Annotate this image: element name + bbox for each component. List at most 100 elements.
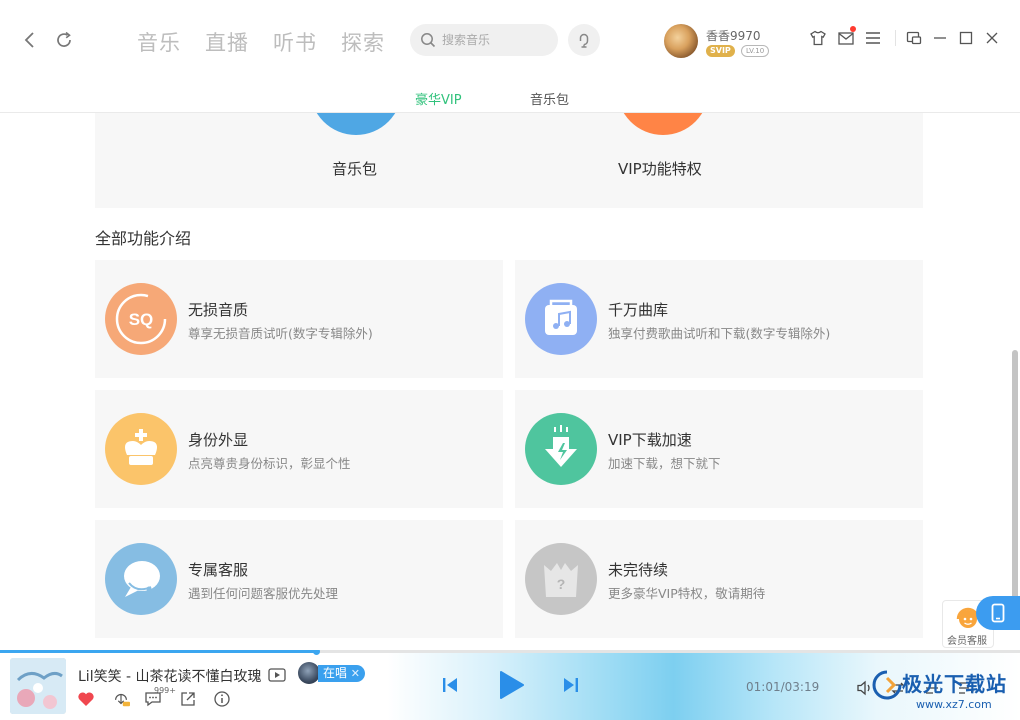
close-singing-icon[interactable]: ✕	[351, 665, 360, 682]
search-box[interactable]	[410, 24, 558, 56]
skin-button[interactable]	[808, 28, 828, 48]
watermark-title: 极光下载站	[902, 672, 1007, 696]
feature-description: 独享付费歌曲试听和下载(数字专辑除外)	[608, 326, 831, 341]
subtab-music-pack[interactable]: 音乐包	[530, 89, 569, 108]
download-speed-icon	[525, 413, 597, 485]
music-pack-circle[interactable]	[310, 113, 402, 135]
player-bar: Lil笑笑 - 山茶花读不懂白玫瑰 在唱 ✕ 999+ 01:01/03:19	[0, 650, 1020, 720]
site-logo-icon	[872, 670, 902, 700]
site-watermark: 极光下载站 www.xz7.com	[872, 664, 1020, 720]
mv-icon	[268, 668, 286, 682]
messages-button[interactable]	[836, 26, 856, 48]
svg-text:?: ?	[557, 576, 566, 592]
back-button[interactable]	[18, 28, 42, 52]
comment-count: 999+	[154, 686, 176, 695]
music-library-icon	[525, 283, 597, 355]
feature-description: 遇到任何问题客服优先处理	[188, 586, 339, 601]
microphone-icon	[579, 33, 589, 48]
share-button[interactable]	[179, 690, 197, 708]
feature-card-coming-soon[interactable]: ? 未完待续 更多豪华VIP特权，敬请期待	[515, 520, 923, 638]
play-button[interactable]	[495, 668, 527, 702]
phone-icon	[991, 603, 1005, 623]
mini-mode-button[interactable]	[904, 28, 924, 48]
refresh-button[interactable]	[52, 28, 76, 52]
playback-time: 01:01/03:19	[746, 680, 820, 694]
maximize-icon	[959, 31, 973, 45]
feature-title: 身份外显	[188, 431, 249, 449]
feature-title: 未完待续	[608, 561, 669, 579]
username[interactable]: 香香9970	[706, 27, 761, 44]
vip-subtabs: 豪华VIP 音乐包	[0, 80, 1020, 113]
mobile-sync-button[interactable]	[976, 596, 1020, 630]
song-title[interactable]: Lil笑笑 - 山茶花读不懂白玫瑰	[78, 666, 262, 686]
previous-icon	[443, 678, 457, 692]
crown-icon	[105, 413, 177, 485]
refresh-icon	[57, 31, 71, 47]
vip-content: 音乐包 VIP功能特权 全部功能介绍 SQ 无损音质 尊享无损音质试听(数字专辑…	[0, 113, 1020, 650]
next-icon	[564, 678, 578, 692]
search-icon	[421, 33, 436, 48]
vip-privilege-label[interactable]: VIP功能特权	[618, 158, 702, 179]
info-icon	[214, 691, 230, 707]
mini-player-icon	[906, 31, 922, 45]
like-button[interactable]	[77, 690, 95, 708]
share-icon	[181, 692, 195, 706]
chat-icon	[105, 543, 177, 615]
svip-badge[interactable]: SVIP	[706, 45, 735, 57]
mv-button[interactable]	[268, 667, 286, 686]
nav-tab-music[interactable]: 音乐	[137, 27, 181, 57]
singer-avatar[interactable]	[298, 662, 320, 684]
feature-description: 点亮尊贵身份标识，彰显个性	[188, 456, 351, 471]
minimize-button[interactable]	[930, 28, 950, 48]
level-badge[interactable]: LV.10	[741, 45, 770, 57]
progress-fill[interactable]	[0, 650, 317, 653]
scrollbar-thumb[interactable]	[1012, 350, 1018, 630]
menu-icon	[866, 32, 880, 44]
user-avatar[interactable]	[664, 24, 698, 58]
minimize-icon	[934, 37, 946, 39]
voice-search-button[interactable]	[568, 24, 600, 56]
nav-tab-explore[interactable]: 探索	[341, 27, 385, 57]
feature-card-service[interactable]: 专属客服 遇到任何问题客服优先处理	[95, 520, 503, 638]
feature-card-identity[interactable]: 身份外显 点亮尊贵身份标识，彰显个性	[95, 390, 503, 508]
vip-privilege-circle[interactable]	[617, 113, 709, 135]
heart-icon	[78, 692, 94, 706]
next-button[interactable]	[561, 675, 581, 695]
nav-tab-audiobook[interactable]: 听书	[273, 27, 317, 57]
song-info-button[interactable]	[213, 690, 231, 708]
unread-dot	[850, 26, 856, 32]
back-arrow-icon	[24, 32, 34, 48]
singing-badge[interactable]: 在唱 ✕	[318, 665, 366, 682]
progress-knob[interactable]	[313, 650, 321, 655]
header-divider	[895, 30, 896, 46]
feature-card-library[interactable]: 千万曲库 独享付费歌曲试听和下载(数字专辑除外)	[515, 260, 923, 378]
download-button[interactable]	[112, 690, 130, 708]
sq-icon: SQ	[105, 283, 177, 355]
watermark-url: www.xz7.com	[916, 698, 992, 711]
subtab-luxury-vip[interactable]: 豪华VIP	[415, 89, 462, 108]
mystery-box-icon: ?	[525, 543, 597, 615]
close-button[interactable]	[982, 28, 1002, 48]
close-icon	[986, 32, 998, 44]
main-menu-button[interactable]	[863, 28, 883, 48]
feature-description: 更多豪华VIP特权，敬请期待	[608, 586, 766, 601]
member-service-label: 会员客服	[947, 636, 987, 647]
feature-card-download[interactable]: VIP下载加速 加速下载，想下就下	[515, 390, 923, 508]
feature-title: VIP下载加速	[608, 431, 692, 449]
album-cover[interactable]	[10, 658, 66, 714]
singing-label: 在唱	[323, 666, 348, 680]
vip-type-panel: 音乐包 VIP功能特权	[95, 113, 923, 208]
download-icon	[115, 693, 130, 707]
feature-description: 尊享无损音质试听(数字专辑除外)	[188, 326, 373, 341]
nav-tab-live[interactable]: 直播	[205, 27, 249, 57]
music-pack-label[interactable]: 音乐包	[332, 158, 377, 179]
feature-description: 加速下载，想下就下	[608, 456, 721, 471]
section-title: 全部功能介绍	[95, 229, 192, 248]
search-input[interactable]	[442, 33, 552, 47]
maximize-button[interactable]	[956, 28, 976, 48]
previous-button[interactable]	[440, 675, 460, 695]
top-header: 音乐 直播 听书 探索 香香9970 SVIP LV.10	[0, 0, 1020, 80]
feature-title: 专属客服	[188, 561, 249, 579]
tshirt-icon	[810, 30, 826, 46]
feature-card-lossless[interactable]: SQ 无损音质 尊享无损音质试听(数字专辑除外)	[95, 260, 503, 378]
